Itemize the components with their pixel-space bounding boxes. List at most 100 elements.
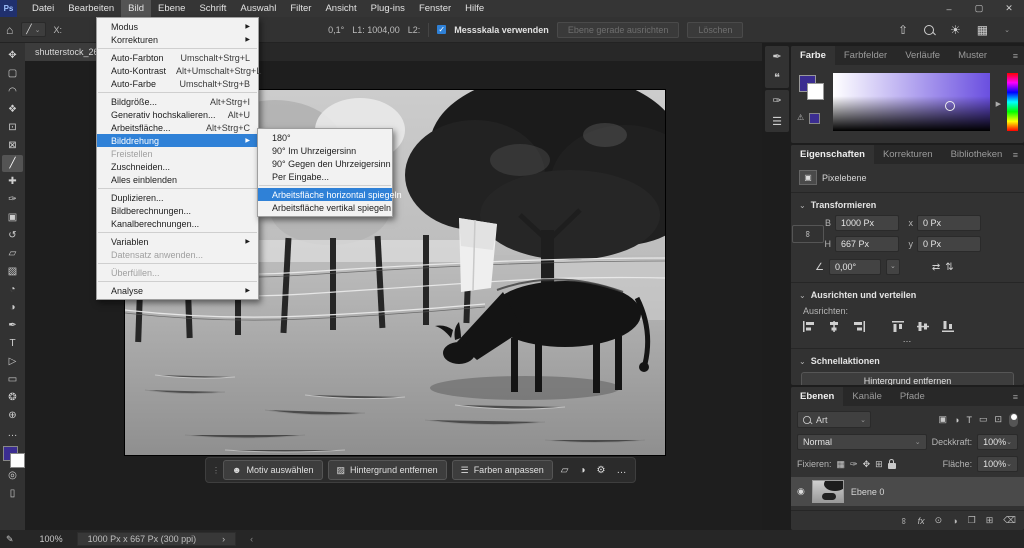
menu-item-kanalberechnungen[interactable]: Kanalberechnungen... bbox=[97, 217, 258, 230]
rotation-dropdown[interactable]: ⌄ bbox=[885, 259, 900, 275]
menu-item-auto-farbe[interactable]: Auto-Farbe Umschalt+Strg+B bbox=[97, 77, 258, 90]
blend-mode-select[interactable]: Normal ⌄ bbox=[797, 434, 927, 450]
menu-item-zuschneiden[interactable]: Zuschneiden... bbox=[97, 160, 258, 173]
tab-pfade[interactable]: Pfade bbox=[891, 387, 934, 406]
link-layers-icon[interactable]: ∞ bbox=[899, 517, 909, 523]
edit-toolbar-button[interactable]: … bbox=[2, 425, 23, 442]
y-input[interactable]: 0 Px bbox=[917, 236, 981, 252]
menu-item-180[interactable]: 180° bbox=[258, 131, 392, 144]
zoom-level[interactable]: 100% bbox=[40, 534, 63, 544]
menu-item-90-ccw[interactable]: 90° Gegen den Uhrzeigersinn bbox=[258, 157, 392, 170]
panel-menu-icon[interactable]: ≡ bbox=[1013, 392, 1024, 402]
fill-input[interactable]: 100% ⌄ bbox=[977, 456, 1018, 472]
adjust-colors-button[interactable]: ☰ Farben anpassen bbox=[451, 460, 553, 480]
menu-ansicht[interactable]: Ansicht bbox=[318, 0, 363, 17]
menu-bearbeiten[interactable]: Bearbeiten bbox=[61, 0, 121, 17]
menu-item-90-cw[interactable]: 90° Im Uhrzeigersinn bbox=[258, 144, 392, 157]
gamut-warning-icon[interactable]: ⚠ bbox=[797, 113, 804, 122]
status-icon[interactable]: ✎ bbox=[6, 534, 14, 545]
menu-item-bildberechnungen[interactable]: Bildberechnungen... bbox=[97, 204, 258, 217]
align-top-icon[interactable] bbox=[892, 321, 904, 332]
tab-ebenen[interactable]: Ebenen bbox=[791, 387, 844, 406]
menu-ebene[interactable]: Ebene bbox=[151, 0, 192, 17]
menu-item-flip-canvas-vertical[interactable]: Arbeitsfläche vertikal spiegeln bbox=[258, 201, 392, 214]
delete-layer-icon[interactable]: ⌫ bbox=[1003, 515, 1016, 526]
width-input[interactable]: 1000 Px bbox=[835, 215, 899, 231]
lock-pixels-icon[interactable]: ✑ bbox=[850, 459, 858, 470]
active-tool-preset[interactable]: ╱ ⌄ bbox=[21, 22, 46, 37]
minimize-button[interactable]: – bbox=[934, 0, 964, 17]
filter-image-icon[interactable]: ▣ bbox=[938, 414, 947, 425]
flip-vertical-icon[interactable]: ⇅ bbox=[945, 262, 953, 273]
layer-style-fx-icon[interactable]: fx bbox=[918, 516, 925, 526]
menu-item-analyse[interactable]: Analyse ▶ bbox=[97, 284, 258, 297]
more-align-options-icon[interactable]: … bbox=[791, 334, 1024, 344]
remove-background-button[interactable]: ▨ Hintergrund entfernen bbox=[327, 460, 447, 480]
menu-item-bilddrehung[interactable]: Bilddrehung ▶ bbox=[97, 134, 258, 147]
filter-type-icon[interactable]: T bbox=[966, 415, 972, 425]
workspace-switcher-icon[interactable]: ▦ bbox=[977, 24, 988, 36]
menu-item-modus[interactable]: Modus ▶ bbox=[97, 20, 258, 33]
chevron-right-icon[interactable]: › bbox=[222, 534, 225, 544]
link-dimensions-icon[interactable]: ∞ bbox=[792, 224, 824, 243]
move-tool[interactable]: ✥ bbox=[2, 47, 23, 64]
layer-name[interactable]: Ebene 0 bbox=[851, 487, 885, 497]
document-info[interactable]: 1000 Px x 667 Px (300 ppi) › bbox=[76, 532, 237, 546]
ruler-tool[interactable]: ╱ bbox=[2, 155, 23, 172]
share-icon[interactable]: ⇧ bbox=[898, 24, 908, 36]
menu-fenster[interactable]: Fenster bbox=[412, 0, 458, 17]
lasso-tool[interactable]: ◠ bbox=[2, 83, 23, 100]
visibility-eye-icon[interactable]: ◉ bbox=[797, 486, 805, 497]
healing-brush-tool[interactable]: ✚ bbox=[2, 173, 23, 190]
tab-muster[interactable]: Muster bbox=[949, 46, 996, 65]
menu-item-variablen[interactable]: Variablen ▶ bbox=[97, 235, 258, 248]
tab-kanaele[interactable]: Kanäle bbox=[843, 387, 891, 406]
brush-tool[interactable]: ✑ bbox=[2, 191, 23, 208]
panel-menu-icon[interactable]: ≡ bbox=[1013, 150, 1024, 160]
marquee-tool[interactable]: ▢ bbox=[2, 65, 23, 82]
adjustment-layer-icon[interactable]: ◑ bbox=[952, 516, 957, 526]
menu-auswahl[interactable]: Auswahl bbox=[233, 0, 283, 17]
new-layer-icon[interactable]: ⊞ bbox=[986, 515, 994, 526]
tool-presets-icon[interactable]: ✒ bbox=[772, 50, 781, 63]
filter-shape-icon[interactable]: ▭ bbox=[979, 414, 988, 425]
align-center-vertical-icon[interactable] bbox=[917, 321, 929, 332]
lock-position-icon[interactable]: ✥ bbox=[863, 459, 871, 470]
layer-mask-icon[interactable]: ⊙ bbox=[935, 515, 943, 526]
menu-item-auto-kontrast[interactable]: Auto-Kontrast Alt+Umschalt+Strg+L bbox=[97, 64, 261, 77]
menu-item-auto-farbton[interactable]: Auto-Farbton Umschalt+Strg+L bbox=[97, 51, 258, 64]
filter-adjustment-icon[interactable]: ◑ bbox=[954, 415, 959, 425]
brush-settings-icon[interactable]: ☰ bbox=[772, 115, 782, 128]
frame-tool[interactable]: ⊠ bbox=[2, 137, 23, 154]
tab-farbe[interactable]: Farbe bbox=[791, 46, 835, 65]
select-subject-button[interactable]: ☻ Motiv auswählen bbox=[223, 460, 323, 480]
tab-verlaeufe[interactable]: Verläufe bbox=[896, 46, 949, 65]
menu-filter[interactable]: Filter bbox=[283, 0, 318, 17]
gamut-warning-swatch[interactable] bbox=[809, 113, 820, 124]
menu-item-flip-canvas-horizontal[interactable]: Arbeitsfläche horizontal spiegeln bbox=[258, 188, 402, 201]
color-gradient-field[interactable] bbox=[833, 73, 990, 131]
chevron-left-icon[interactable]: ‹ bbox=[250, 534, 253, 544]
discover-lightbulb-icon[interactable]: ☀ bbox=[950, 24, 961, 36]
menu-item-duplizieren[interactable]: Duplizieren... bbox=[97, 191, 258, 204]
adjustment-icon[interactable]: ◑ bbox=[576, 465, 588, 476]
menu-datei[interactable]: Datei bbox=[25, 0, 61, 17]
lock-transparent-icon[interactable]: ▦ bbox=[837, 459, 846, 470]
menu-item-bildgroesse[interactable]: Bildgröße... Alt+Strg+I bbox=[97, 95, 258, 108]
comments-icon[interactable]: ❝ bbox=[774, 71, 780, 84]
straighten-layer-button[interactable]: Ebene gerade ausrichten bbox=[556, 21, 680, 38]
panel-menu-icon[interactable]: ≡ bbox=[1013, 51, 1024, 61]
menu-hilfe[interactable]: Hilfe bbox=[458, 0, 491, 17]
filter-smart-object-icon[interactable]: ⊡ bbox=[994, 414, 1002, 425]
tab-eigenschaften[interactable]: Eigenschaften bbox=[791, 145, 874, 164]
eraser-tool[interactable]: ▱ bbox=[2, 245, 23, 262]
layer-row[interactable]: ◉ Ebene 0 bbox=[791, 477, 1024, 506]
filter-toggle[interactable] bbox=[1009, 412, 1018, 427]
hue-slider[interactable] bbox=[1007, 73, 1018, 131]
blur-tool[interactable]: ◔ bbox=[2, 281, 23, 298]
align-bottom-icon[interactable] bbox=[942, 321, 954, 332]
clone-stamp-tool[interactable]: ▣ bbox=[2, 209, 23, 226]
menu-item-arbeitsflaeche[interactable]: Arbeitsfläche... Alt+Strg+C bbox=[97, 121, 258, 134]
x-input[interactable]: 0 Px bbox=[917, 215, 981, 231]
search-icon[interactable] bbox=[924, 24, 935, 35]
